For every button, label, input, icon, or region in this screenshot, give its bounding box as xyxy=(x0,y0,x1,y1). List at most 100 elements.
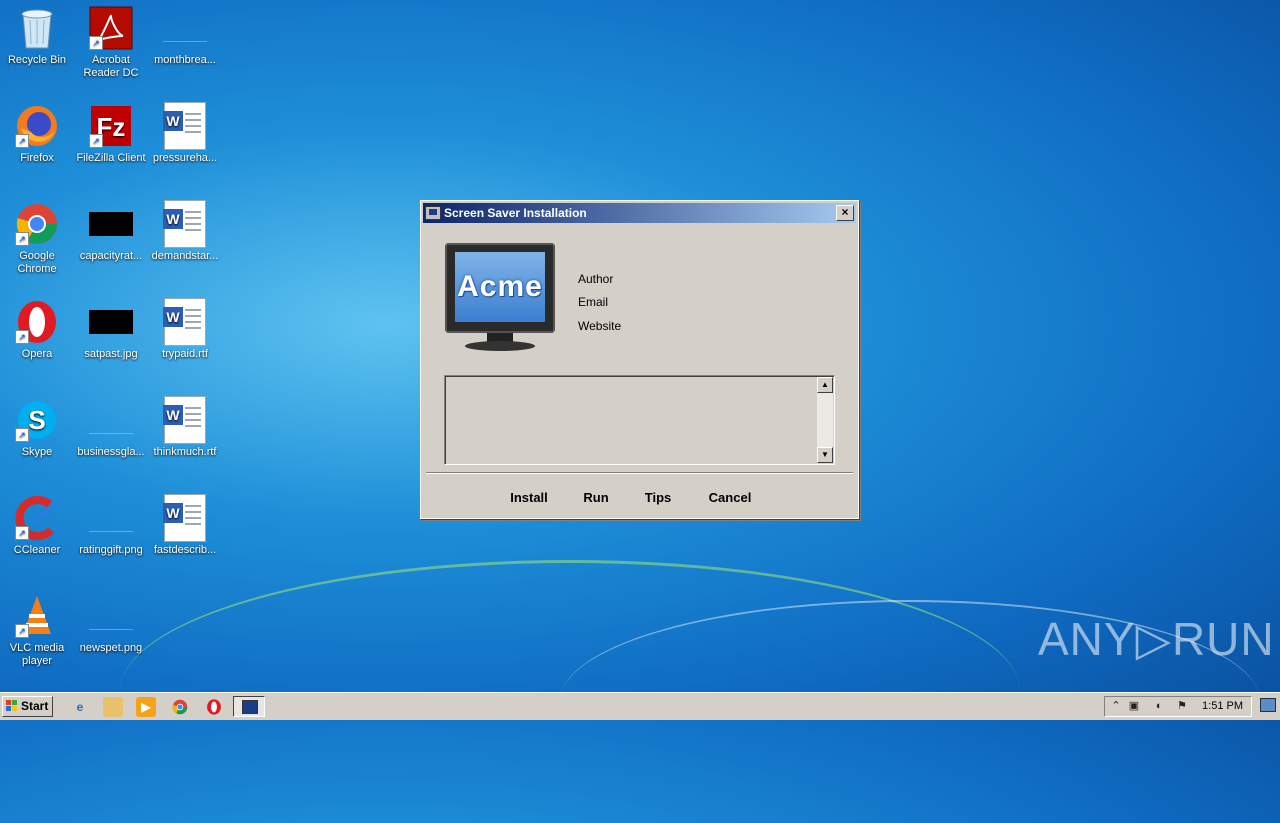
desktop-icon-recycle-bin[interactable]: Recycle Bin xyxy=(0,6,74,67)
desktop-icon-acrobat[interactable]: ↗ Acrobat Reader DC xyxy=(74,6,148,80)
shortcut-arrow-icon: ↗ xyxy=(15,330,29,344)
desktop-icon-label: monthbrea... xyxy=(154,54,216,66)
word-document-icon: W xyxy=(163,494,207,542)
word-document-icon: W xyxy=(163,298,207,346)
desktop-icon-label: Google Chrome xyxy=(17,250,57,275)
run-button[interactable]: Run xyxy=(573,487,619,509)
desktop-icon-pressureha[interactable]: W pressureha... xyxy=(148,102,222,165)
desktop-icon-label: trypaid.rtf xyxy=(162,348,208,360)
show-desktop-button[interactable] xyxy=(1260,698,1276,712)
dialog-titlebar[interactable]: Screen Saver Installation × xyxy=(423,203,856,223)
website-label: Website xyxy=(578,319,622,333)
screen-saver-installation-dialog: Screen Saver Installation × Acme Author … xyxy=(420,200,859,519)
taskbar-task-screen-saver-installer[interactable] xyxy=(233,696,265,717)
blank-file-icon xyxy=(89,398,133,442)
word-document-icon: W xyxy=(163,396,207,444)
desktop-icon-capacityrat[interactable]: capacityrat... xyxy=(74,202,148,263)
desktop-icon-label: pressureha... xyxy=(152,152,218,164)
action-center-flag-icon[interactable]: ⚑ xyxy=(1175,700,1189,713)
black-image-icon xyxy=(89,300,133,344)
scroll-up-button[interactable]: ▲ xyxy=(817,377,833,393)
desktop-icon-demandstar[interactable]: W demandstar... xyxy=(148,200,222,263)
desktop-icon-monthbrea[interactable]: monthbrea... xyxy=(148,6,222,67)
watermark-logo: ANY▷RUN xyxy=(1038,613,1275,665)
desktop-icon-label: thinkmuch.rtf xyxy=(153,446,217,458)
desktop-icon-fastdescrib[interactable]: W fastdescrib... xyxy=(148,494,222,557)
network-icon[interactable]: ▣ xyxy=(1127,700,1141,713)
tips-button[interactable]: Tips xyxy=(633,487,683,509)
opera-taskbar-icon[interactable] xyxy=(204,697,224,717)
volume-icon[interactable]: ◖ xyxy=(1151,700,1165,713)
monitor-logo-image: Acme xyxy=(443,241,557,357)
desktop-icon-label: demandstar... xyxy=(151,250,219,262)
desktop-icon-ccleaner[interactable]: ↗ CCleaner xyxy=(0,496,74,557)
internet-explorer-icon[interactable]: e xyxy=(70,697,90,717)
desktop-icon-businessgla[interactable]: businessgla... xyxy=(74,398,148,459)
desktop-icon-skype[interactable]: S ↗ Skype xyxy=(0,398,74,459)
description-textbox[interactable]: ▲ ▼ xyxy=(444,375,835,465)
shortcut-arrow-icon: ↗ xyxy=(15,134,29,148)
desktop-icon-filezilla[interactable]: Fz ↗ FileZilla Client xyxy=(74,104,148,165)
shortcut-arrow-icon: ↗ xyxy=(15,428,29,442)
desktop-icon-label: FileZilla Client xyxy=(76,152,146,164)
system-tray: ⌃ ▣ ◖ ⚑ 1:51 PM xyxy=(1104,696,1252,717)
desktop-icon-label: ratinggift.png xyxy=(79,544,143,556)
separator xyxy=(426,472,853,474)
desktop-icon-firefox[interactable]: ↗ Firefox xyxy=(0,104,74,165)
word-document-icon: W xyxy=(163,200,207,248)
desktop-icon-label: Opera xyxy=(21,348,53,360)
desktop-icon-label: Acrobat Reader DC xyxy=(83,54,139,79)
desktop-icon-chrome[interactable]: ↗ Google Chrome xyxy=(0,202,74,276)
chrome-taskbar-icon[interactable] xyxy=(170,697,190,717)
desktop-icon-label: capacityrat... xyxy=(79,250,143,262)
opera-icon: ↗ xyxy=(15,300,59,344)
media-player-icon[interactable]: ▶ xyxy=(136,697,156,717)
start-label: Start xyxy=(21,699,49,713)
vlc-icon: ↗ xyxy=(15,594,59,638)
app-icon xyxy=(425,206,441,220)
author-label: Author xyxy=(578,272,614,286)
clock[interactable]: 1:51 PM xyxy=(1202,697,1243,716)
installer-icon xyxy=(242,700,258,714)
desktop-icon-vlc[interactable]: ↗ VLC media player xyxy=(0,594,74,668)
desktop-icon-label: Recycle Bin xyxy=(7,54,67,66)
desktop-icon-trypaid[interactable]: W trypaid.rtf xyxy=(148,298,222,361)
scroll-down-button[interactable]: ▼ xyxy=(817,447,833,463)
close-button[interactable]: × xyxy=(836,205,854,221)
desktop-icon-label: VLC media player xyxy=(9,642,65,667)
desktop-icon-newspet[interactable]: newspet.png xyxy=(74,594,148,655)
desktop-icon-label: satpast.jpg xyxy=(84,348,138,360)
windows-logo-icon xyxy=(6,700,18,712)
desktop-icon-label: newspet.png xyxy=(79,642,143,654)
shortcut-arrow-icon: ↗ xyxy=(89,36,103,50)
taskbar: Start e ▶ ⌃ ▣ ◖ ⚑ 1:51 PM xyxy=(0,692,1280,720)
blank-file-icon xyxy=(89,594,133,638)
blank-file-icon xyxy=(163,6,207,50)
vertical-scrollbar[interactable]: ▲ ▼ xyxy=(817,377,833,463)
desktop-icon-label: CCleaner xyxy=(13,544,61,556)
blank-file-icon xyxy=(89,496,133,540)
desktop-icon-satpast[interactable]: satpast.jpg xyxy=(74,300,148,361)
start-button[interactable]: Start xyxy=(2,696,53,717)
ccleaner-icon: ↗ xyxy=(15,496,59,540)
desktop-icon-ratinggift[interactable]: ratinggift.png xyxy=(74,496,148,557)
recycle-bin-icon xyxy=(15,6,59,50)
chrome-icon: ↗ xyxy=(15,202,59,246)
desktop-icon-opera[interactable]: ↗ Opera xyxy=(0,300,74,361)
filezilla-icon: Fz ↗ xyxy=(89,104,133,148)
desktop-icon-label: Skype xyxy=(21,446,53,458)
file-explorer-icon[interactable] xyxy=(103,697,123,717)
shortcut-arrow-icon: ↗ xyxy=(15,232,29,246)
skype-icon: S ↗ xyxy=(15,398,59,442)
email-label: Email xyxy=(578,295,609,309)
install-button[interactable]: Install xyxy=(499,487,559,509)
black-image-icon xyxy=(89,202,133,246)
desktop-icon-label: Firefox xyxy=(20,152,54,164)
dialog-title: Screen Saver Installation xyxy=(444,206,587,220)
show-hidden-icons-chevron-icon[interactable]: ⌃ xyxy=(1109,700,1123,713)
svg-text:S: S xyxy=(28,405,45,435)
cancel-button[interactable]: Cancel xyxy=(697,487,763,509)
logo-text: Acme xyxy=(455,252,545,322)
desktop-icon-thinkmuch[interactable]: W thinkmuch.rtf xyxy=(148,396,222,459)
shortcut-arrow-icon: ↗ xyxy=(15,526,29,540)
